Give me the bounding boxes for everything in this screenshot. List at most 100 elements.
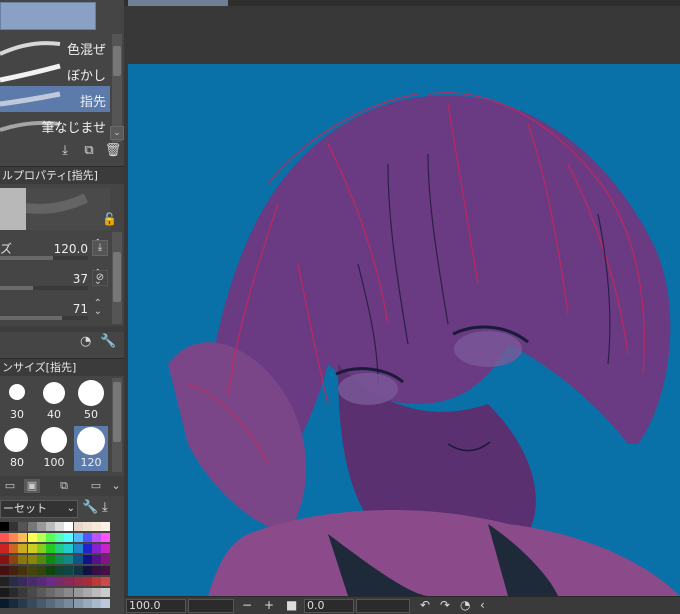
drawing-canvas[interactable] (128, 64, 680, 596)
zoom-field[interactable]: 100.0 (126, 599, 186, 613)
color-swatch[interactable] (0, 522, 9, 531)
color-swatch[interactable] (18, 588, 28, 597)
color-swatch[interactable] (36, 544, 46, 553)
color-swatch[interactable] (82, 599, 92, 608)
color-swatch[interactable] (92, 555, 101, 564)
color-swatch[interactable] (36, 533, 46, 542)
color-swatch[interactable] (55, 588, 65, 597)
color-swatch[interactable] (82, 577, 92, 586)
chevron-down-icon[interactable]: ⌄ (110, 126, 124, 140)
color-swatch[interactable] (18, 522, 28, 531)
restore-icon[interactable]: ◔ (80, 334, 91, 349)
color-swatch[interactable] (64, 555, 74, 564)
color-swatch[interactable] (46, 555, 55, 564)
color-swatch[interactable] (27, 522, 37, 531)
color-swatch[interactable] (64, 533, 74, 542)
color-palette[interactable] (0, 522, 111, 610)
color-swatch[interactable] (92, 599, 101, 608)
color-swatch[interactable] (55, 555, 65, 564)
trash-icon[interactable]: 🗑 (104, 142, 122, 160)
brush-item-blend[interactable]: 筆なじませ (0, 112, 110, 138)
scroll-thumb[interactable] (113, 382, 121, 442)
color-swatch[interactable] (92, 577, 101, 586)
color-swatch[interactable] (55, 566, 65, 575)
pressure-icon[interactable]: ⤓ (92, 240, 108, 256)
color-swatch[interactable] (64, 544, 74, 553)
color-swatch[interactable] (0, 599, 9, 608)
color-swatch[interactable] (55, 544, 65, 553)
color-swatch[interactable] (9, 599, 19, 608)
download-icon[interactable]: ⤓ (56, 142, 74, 160)
color-swatch[interactable] (9, 522, 19, 531)
download-icon[interactable]: ⤓ (102, 500, 108, 515)
brush-item-mix[interactable]: 色混ぜ (0, 34, 110, 60)
color-swatch[interactable] (55, 522, 65, 531)
prop-strength[interactable]: 37 ⌃ ⌄ ⊘ (0, 266, 110, 294)
duplicate-icon[interactable]: ⧉ (80, 142, 98, 160)
prop-value[interactable]: 120.0 (54, 242, 88, 256)
color-swatch[interactable] (9, 533, 19, 542)
rotate-left-icon[interactable]: ↶ (420, 598, 430, 612)
color-swatch[interactable] (46, 522, 55, 531)
color-swatch[interactable] (101, 588, 111, 597)
zoom-in-button[interactable]: + (264, 598, 274, 612)
tab-color-icon[interactable]: ▣ (24, 479, 40, 493)
color-swatch[interactable] (82, 544, 92, 553)
color-swatch[interactable] (18, 555, 28, 564)
color-swatch[interactable] (36, 588, 46, 597)
color-swatch[interactable] (82, 533, 92, 542)
color-swatch[interactable] (82, 522, 92, 531)
color-swatch[interactable] (46, 588, 55, 597)
zoom-slider[interactable] (188, 599, 234, 613)
color-swatch[interactable] (9, 588, 19, 597)
color-swatch[interactable] (73, 522, 83, 531)
color-swatch[interactable] (9, 577, 19, 586)
color-swatch[interactable] (101, 544, 111, 553)
color-swatch[interactable] (101, 577, 111, 586)
tab-color-set-icon[interactable]: ▭ (2, 479, 18, 493)
color-swatch[interactable] (27, 566, 37, 575)
angle-slider[interactable] (356, 599, 410, 613)
reset-rotation-icon[interactable]: ◔ (460, 598, 470, 612)
tab-layer-icon[interactable]: ⧉ (56, 479, 72, 493)
color-swatch[interactable] (92, 522, 101, 531)
canvas-tab[interactable] (128, 0, 228, 6)
size-cell[interactable]: 80 (0, 426, 34, 471)
color-swatch[interactable] (46, 533, 55, 542)
color-swatch[interactable] (36, 522, 46, 531)
color-swatch[interactable] (64, 588, 74, 597)
color-swatch[interactable] (0, 566, 9, 575)
color-swatch[interactable] (0, 588, 9, 597)
brush-item-blur[interactable]: ぼかし (0, 60, 110, 86)
color-swatch[interactable] (64, 599, 74, 608)
color-swatch[interactable] (46, 544, 55, 553)
color-swatch[interactable] (46, 566, 55, 575)
color-swatch[interactable] (36, 599, 46, 608)
zoom-out-button[interactable]: − (242, 598, 252, 612)
preset-select[interactable]: ーセット ⌄ (0, 500, 78, 518)
color-swatch[interactable] (27, 599, 37, 608)
color-swatch[interactable] (0, 555, 9, 564)
color-swatch[interactable] (55, 533, 65, 542)
color-swatch[interactable] (9, 566, 19, 575)
color-swatch[interactable] (73, 588, 83, 597)
color-swatch[interactable] (92, 533, 101, 542)
prop-size[interactable]: ズ 120.0 ⌃⌄ ⤓ (0, 236, 110, 264)
color-swatch[interactable] (27, 577, 37, 586)
size-cell-selected[interactable]: 120 (74, 426, 108, 471)
link-icon[interactable]: ⊘ (92, 270, 108, 286)
color-swatch[interactable] (46, 599, 55, 608)
size-cell[interactable]: 100 (37, 426, 71, 471)
color-swatch[interactable] (55, 577, 65, 586)
size-cell[interactable]: 30 (0, 378, 34, 423)
color-swatch[interactable] (82, 588, 92, 597)
size-cell[interactable]: 50 (74, 378, 108, 423)
color-swatch[interactable] (92, 588, 101, 597)
color-swatch[interactable] (92, 544, 101, 553)
color-swatch[interactable] (0, 533, 9, 542)
color-swatch[interactable] (101, 522, 111, 531)
lock-icon[interactable]: 🔓 (102, 212, 117, 226)
tab-folder-icon[interactable]: ▭ (88, 479, 104, 493)
color-swatch[interactable] (73, 566, 83, 575)
prop-slider[interactable] (0, 286, 88, 290)
